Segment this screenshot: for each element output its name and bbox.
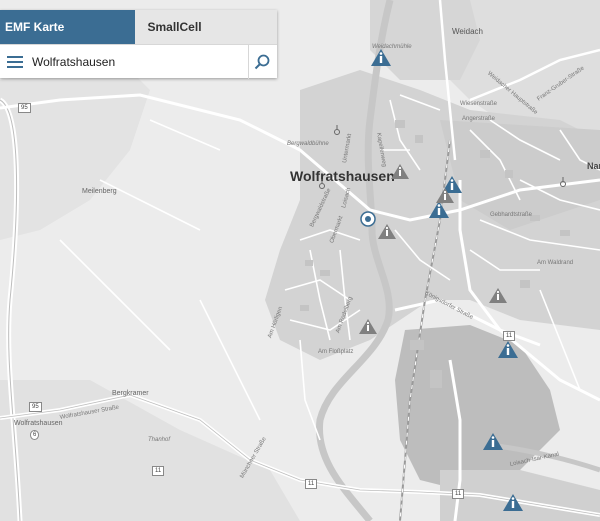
road-shield-11-d: 11 <box>503 331 516 341</box>
search-bar <box>0 44 277 79</box>
street-label-am-floessplatz: Am Floßplatz <box>318 349 354 355</box>
place-label-meilenberg: Meilenberg <box>82 188 117 195</box>
place-label-weidachmuehle: Weidachmühle <box>372 44 412 50</box>
road-shield-95-b: 95 <box>29 402 42 412</box>
street-label-wiesenstrasse: Wiesenstraße <box>460 101 498 107</box>
place-label-bergwaldbuehne: Bergwaldbühne <box>287 141 329 147</box>
place-label-thanhof: Thanhof <box>148 437 171 443</box>
town-label-weidach: Weidach <box>452 27 483 36</box>
tab-smallcell[interactable]: SmallCell <box>134 10 277 44</box>
place-label-wolfratshausen-sw: Wolfratshausen <box>14 420 63 427</box>
street-label-angerstrasse: Angerstraße <box>462 116 496 122</box>
town-label-narr: Nar <box>587 161 600 171</box>
hamburger-menu-icon[interactable] <box>0 45 30 79</box>
tab-emf-karte[interactable]: EMF Karte <box>0 10 135 44</box>
street-label-gebhardtstrasse: Gebhardtstraße <box>490 212 533 218</box>
street-label-am-waldrand: Am Waldrand <box>537 260 574 266</box>
control-panel: EMF Karte SmallCell <box>0 10 277 79</box>
road-shield-11-a: 11 <box>152 466 165 476</box>
place-label-bergkramer: Bergkramer <box>112 390 149 397</box>
tab-bar: EMF Karte SmallCell <box>0 10 277 44</box>
road-shield-95-a: 95 <box>18 103 31 113</box>
town-label-wolfratshausen: Wolfratshausen <box>290 168 395 184</box>
road-shield-11-b: 11 <box>305 479 318 489</box>
search-icon[interactable] <box>248 45 275 79</box>
road-shield-11-c: 11 <box>452 489 465 499</box>
search-input[interactable] <box>30 47 248 77</box>
